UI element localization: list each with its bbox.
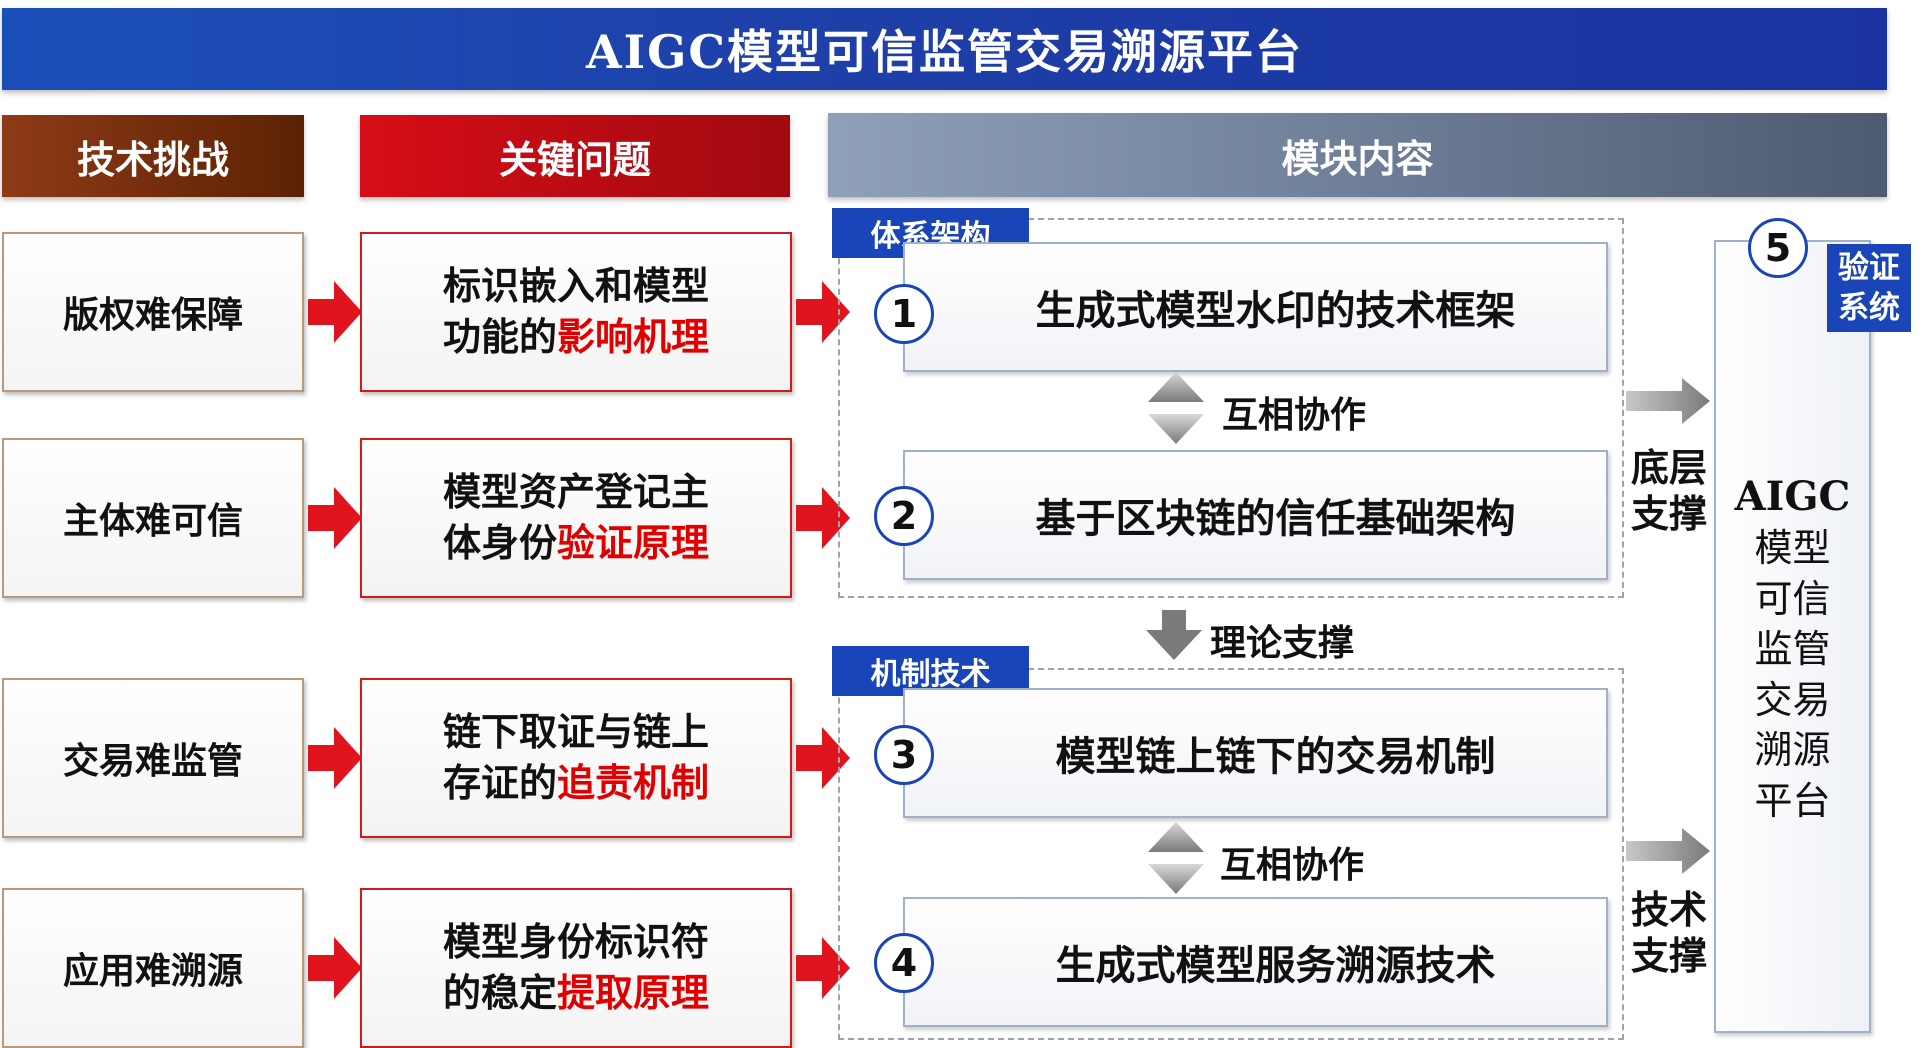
number-badge-1: 1 (874, 284, 934, 344)
header-issue: 关键问题 (360, 115, 790, 197)
challenge-transaction: 交易难监管 (2, 678, 304, 838)
double-arrow-icon (1148, 822, 1204, 894)
platform-title-latin: AIGC (1734, 473, 1851, 520)
challenge-copyright: 版权难保障 (2, 232, 304, 392)
issue-text: 功能的 (442, 315, 557, 359)
issue-box-4: 模型身份标识符 的稳定提取原理 (360, 888, 792, 1048)
right-arrow-icon (1626, 828, 1710, 874)
issue-box-1: 标识嵌入和模型 功能的影响机理 (360, 232, 792, 392)
module-box-4: 生成式模型服务溯源技术 (903, 897, 1608, 1027)
challenge-traceability: 应用难溯源 (2, 888, 304, 1048)
collaboration-label-2: 互相协作 (1220, 845, 1365, 886)
double-arrow-icon (1148, 372, 1204, 444)
issue-line1: 模型资产登记主 (442, 469, 709, 514)
page-title: AIGC模型可信监管交易溯源平台 (2, 8, 1887, 90)
verify-tag-line: 系统 (1838, 290, 1900, 326)
right-arrow-icon (1626, 378, 1710, 424)
side-label-line: 技术 (1630, 888, 1707, 932)
issue-highlight: 提取原理 (557, 971, 710, 1015)
issue-line2: 功能的影响机理 (443, 312, 709, 363)
platform-title-line: 模型 (1754, 526, 1831, 571)
issue-line1: 标识嵌入和模型 (442, 263, 709, 308)
number-badge-4: 4 (874, 933, 934, 993)
platform-title-line: 溯源 (1754, 728, 1831, 773)
red-arrow-icon (308, 281, 362, 343)
platform-title: AIGC 模型 可信 监管 交易 溯源 平台 (1714, 470, 1871, 826)
module-box-2: 基于区块链的信任基础架构 (903, 450, 1608, 580)
red-arrow-icon (308, 487, 362, 549)
collaboration-label-1: 互相协作 (1222, 395, 1367, 436)
platform-title-line: 交易 (1754, 677, 1831, 722)
header-challenge: 技术挑战 (2, 115, 304, 197)
tech-support-label: 技术 支撑 (1628, 888, 1710, 979)
issue-line1: 链下取证与链上 (442, 709, 709, 754)
issue-line2: 体身份验证原理 (443, 518, 709, 569)
number-badge-2: 2 (874, 486, 934, 546)
platform-title-line: 可信 (1754, 576, 1831, 621)
challenge-identity: 主体难可信 (2, 438, 304, 598)
red-arrow-icon (308, 937, 362, 999)
verify-system-tag: 验证 系统 (1827, 244, 1911, 332)
header-module: 模块内容 (828, 113, 1887, 197)
side-label-line: 支撑 (1630, 491, 1707, 536)
issue-box-3: 链下取证与链上 存证的追责机制 (360, 678, 792, 838)
side-label-line: 支撑 (1630, 933, 1707, 978)
number-badge-5: 5 (1748, 218, 1808, 278)
module-box-1: 生成式模型水印的技术框架 (903, 242, 1608, 372)
issue-line2: 的稳定提取原理 (443, 968, 709, 1019)
issue-line1: 模型身份标识符 (442, 919, 709, 964)
issue-highlight: 验证原理 (557, 521, 710, 565)
issue-box-2: 模型资产登记主 体身份验证原理 (360, 438, 792, 598)
issue-text: 的稳定 (442, 971, 557, 1015)
theory-support-label: 理论支撑 (1210, 623, 1355, 664)
issue-text: 存证的 (442, 761, 557, 805)
issue-highlight: 影响机理 (557, 315, 710, 359)
number-badge-3: 3 (874, 725, 934, 785)
verify-tag-line: 验证 (1838, 249, 1900, 286)
issue-text: 体身份 (442, 521, 557, 565)
base-support-label: 底层 支撑 (1628, 446, 1710, 537)
module-box-3: 模型链上链下的交易机制 (903, 688, 1608, 818)
down-arrow-icon (1146, 610, 1202, 660)
side-label-line: 底层 (1630, 446, 1707, 490)
platform-title-line: 监管 (1754, 627, 1831, 672)
red-arrow-icon (308, 727, 362, 789)
issue-line2: 存证的追责机制 (443, 758, 709, 809)
platform-title-line: 平台 (1754, 778, 1831, 823)
issue-highlight: 追责机制 (557, 761, 710, 805)
